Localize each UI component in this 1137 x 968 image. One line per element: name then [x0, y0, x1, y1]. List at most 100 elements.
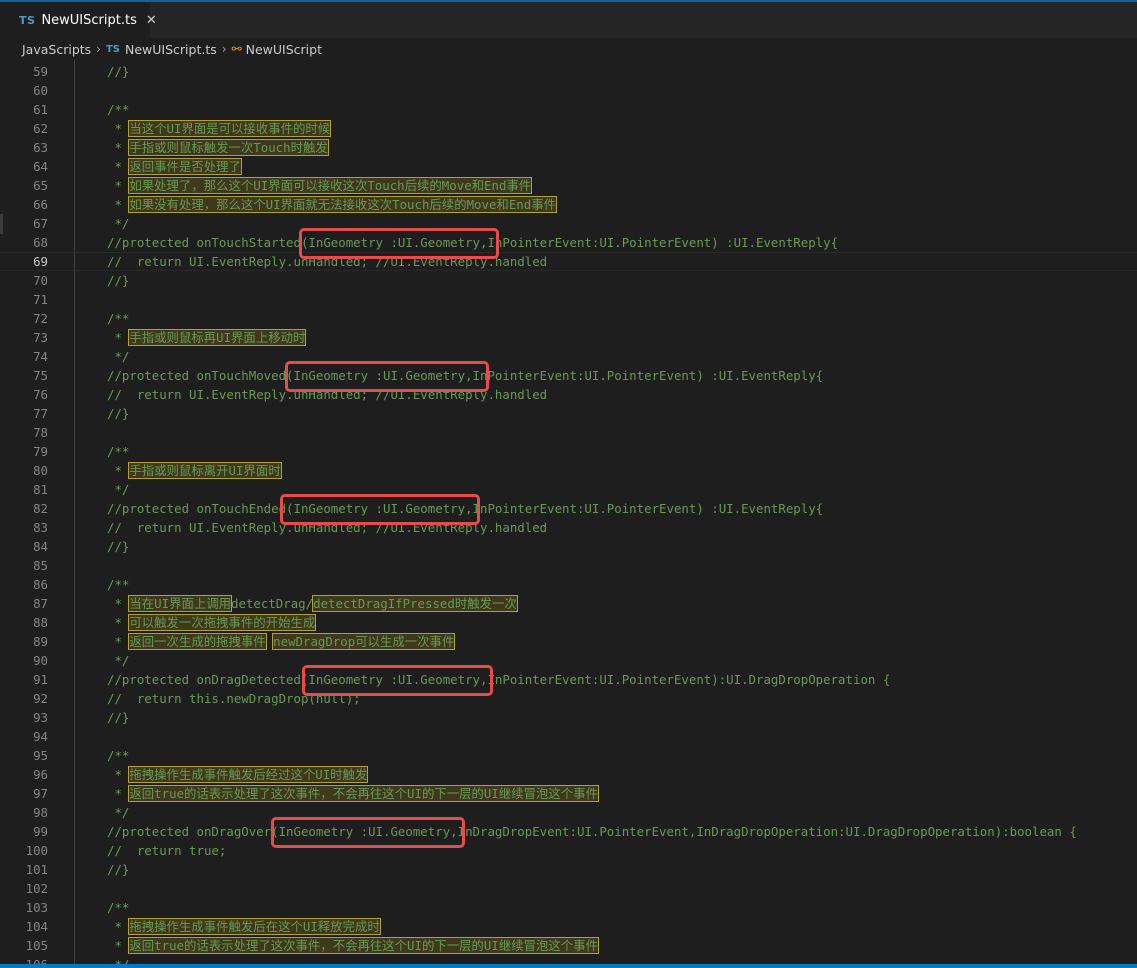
code-text[interactable]: * 返回true的话表示处理了这次事件，不会再往这个UI的下一层的UI继续冒泡这… [107, 936, 599, 955]
code-text[interactable]: //} [107, 271, 129, 290]
code-line[interactable]: 99 //protected onDragOver(InGeometry :UI.… [0, 822, 1137, 841]
code-line[interactable]: 84 //} [0, 537, 1137, 556]
code-line[interactable]: 75//protected onTouchMoved(InGeometry :U… [0, 366, 1137, 385]
code-line[interactable]: 67 */ [0, 214, 1137, 233]
code-line[interactable]: 73 * 手指或则鼠标再UI界面上移动时 [0, 328, 1137, 347]
class-symbol-icon: ⚯ [231, 42, 242, 56]
code-line[interactable]: 93 //} [0, 708, 1137, 727]
code-line[interactable]: 88 * 可以触发一次拖拽事件的开始生成 [0, 613, 1137, 632]
code-text[interactable]: * 当在UI界面上调用detectDrag/detectDragIfPresse… [107, 594, 518, 613]
code-line[interactable]: 89 * 返回一次生成的拖拽事件 newDragDrop可以生成一次事件 [0, 632, 1137, 651]
code-line[interactable]: 81 */ [0, 480, 1137, 499]
code-text[interactable]: * 返回事件是否处理了 [107, 157, 242, 176]
line-number: 98 [33, 805, 48, 820]
code-text[interactable]: * 拖拽操作生成事件触发后在这个UI释放完成时 [107, 917, 381, 936]
code-text[interactable]: // return true; [107, 841, 226, 860]
tab-newuiscript[interactable]: TS NewUIScript.ts ✕ [0, 2, 157, 38]
code-editor[interactable]: 59//} 60 61/** 62 * 当这个UI界面是可以接收事件的时候 63 * 手… [0, 60, 1137, 964]
code-line[interactable]: 70 //} [0, 271, 1137, 290]
code-text[interactable]: * 手指或则鼠标再UI界面上移动时 [107, 328, 307, 347]
code-line[interactable]: 98 */ [0, 803, 1137, 822]
tab-label[interactable]: NewUIScript.ts [41, 13, 136, 28]
code-text[interactable]: /** [107, 746, 129, 765]
code-text[interactable]: * 手指或则鼠标离开UI界面时 [107, 461, 282, 480]
code-line[interactable]: 66 * 如果没有处理，那么这个UI界面就无法接收这次Touch后续的Move和… [0, 195, 1137, 214]
code-line[interactable]: 61 /** [0, 100, 1137, 119]
code-line[interactable]: 85 [0, 556, 1137, 575]
code-text[interactable]: * 当这个UI界面是可以接收事件的时候 [107, 119, 332, 138]
code-line[interactable]: 95 /** [0, 746, 1137, 765]
breadcrumb-symbol[interactable]: NewUIScript [246, 42, 322, 57]
code-line[interactable]: 103 /** [0, 898, 1137, 917]
chevron-right-icon: › [221, 42, 227, 56]
code-line[interactable]: 87 * 当在UI界面上调用detectDrag/detectDragIfPre… [0, 594, 1137, 613]
code-line[interactable]: 64 * 返回事件是否处理了 [0, 157, 1137, 176]
code-line[interactable]: 83// return UI.EventReply.unHandled; //U… [0, 518, 1137, 537]
code-text[interactable]: /** [107, 575, 129, 594]
code-text[interactable]: //} [107, 860, 129, 879]
code-text[interactable]: * 可以触发一次拖拽事件的开始生成 [107, 613, 317, 632]
code-text[interactable]: * 手指或则鼠标触发一次Touch时触发 [107, 138, 329, 157]
code-line[interactable]: 80 * 手指或则鼠标离开UI界面时 [0, 461, 1137, 480]
code-text[interactable]: //protected onDragDetected(InGeometry :U… [107, 670, 890, 689]
code-line[interactable]: 90 */ [0, 651, 1137, 670]
code-line[interactable]: 62 * 当这个UI界面是可以接收事件的时候 [0, 119, 1137, 138]
breadcrumb-folder[interactable]: JavaScripts [22, 42, 91, 57]
code-text[interactable]: */ [107, 347, 129, 366]
code-text[interactable]: * 返回一次生成的拖拽事件 newDragDrop可以生成一次事件 [107, 632, 456, 651]
code-line[interactable]: 92// return this.newDragDrop(null); [0, 689, 1137, 708]
code-line[interactable]: 69// return UI.EventReply.unHandled; //U… [0, 252, 1137, 271]
code-text[interactable]: //} [107, 62, 129, 81]
code-text[interactable]: */ [107, 955, 129, 964]
line-number: 71 [33, 292, 48, 307]
code-line[interactable]: 79 /** [0, 442, 1137, 461]
close-icon[interactable]: ✕ [146, 13, 157, 28]
code-line[interactable]: 63 * 手指或则鼠标触发一次Touch时触发 [0, 138, 1137, 157]
code-text[interactable]: */ [107, 651, 129, 670]
code-line[interactable]: 76// return UI.EventReply.unHandled; //U… [0, 385, 1137, 404]
code-text[interactable]: * 如果处理了，那么这个UI界面可以接收这次Touch后续的Move和End事件 [107, 176, 533, 195]
code-line[interactable]: 105 * 返回true的话表示处理了这次事件，不会再往这个UI的下一层的UI继… [0, 936, 1137, 955]
code-text[interactable]: //} [107, 708, 129, 727]
code-line[interactable]: 59 //} [0, 62, 1137, 81]
code-line[interactable]: 106 */ [0, 955, 1137, 964]
code-line[interactable]: 65 * 如果处理了，那么这个UI界面可以接收这次Touch后续的Move和En… [0, 176, 1137, 195]
code-line[interactable]: 86 /** [0, 575, 1137, 594]
line-number: 73 [33, 330, 48, 345]
code-line[interactable]: 104 * 拖拽操作生成事件触发后在这个UI释放完成时 [0, 917, 1137, 936]
line-number: 91 [33, 672, 48, 687]
code-line[interactable]: 102 [0, 879, 1137, 898]
code-line[interactable]: 82//protected onTouchEnded(InGeometry :U… [0, 499, 1137, 518]
code-line[interactable]: 68//protected onTouchStarted(InGeometry … [0, 233, 1137, 252]
code-line[interactable]: 77 //} [0, 404, 1137, 423]
code-text[interactable]: /** [107, 898, 129, 917]
code-line[interactable]: 71 [0, 290, 1137, 309]
line-number: 97 [33, 786, 48, 801]
code-line[interactable]: 60 [0, 81, 1137, 100]
code-text[interactable]: //} [107, 537, 129, 556]
activity-indicator [0, 214, 3, 234]
code-text[interactable]: * 返回true的话表示处理了这次事件，不会再往这个UI的下一层的UI继续冒泡这… [107, 784, 599, 803]
code-line[interactable]: 97 * 返回true的话表示处理了这次事件，不会再往这个UI的下一层的UI继续… [0, 784, 1137, 803]
code-text[interactable]: /** [107, 100, 129, 119]
code-text[interactable]: //} [107, 404, 129, 423]
line-number: 63 [33, 140, 48, 155]
code-line[interactable]: 78 [0, 423, 1137, 442]
code-text[interactable]: */ [107, 803, 129, 822]
code-line[interactable]: 101 //} [0, 860, 1137, 879]
code-line[interactable]: 91 //protected onDragDetected(InGeometry … [0, 670, 1137, 689]
line-number: 62 [33, 121, 48, 136]
code-text[interactable]: /** [107, 442, 129, 461]
code-line[interactable]: 100 // return true; [0, 841, 1137, 860]
code-text[interactable]: * 如果没有处理，那么这个UI界面就无法接收这次Touch后续的Move和End… [107, 195, 557, 214]
code-line[interactable]: 94 [0, 727, 1137, 746]
code-line[interactable]: 96 * 拖拽操作生成事件触发后经过这个UI时触发 [0, 765, 1137, 784]
breadcrumb-file[interactable]: NewUIScript.ts [125, 42, 217, 57]
code-text[interactable]: * 拖拽操作生成事件触发后经过这个UI时触发 [107, 765, 369, 784]
code-text[interactable]: //protected onDragOver(InGeometry :UI.Ge… [107, 822, 1077, 841]
code-line[interactable]: 74 */ [0, 347, 1137, 366]
code-text[interactable]: */ [107, 480, 129, 499]
code-text[interactable]: /** [107, 309, 129, 328]
code-text[interactable]: */ [107, 214, 129, 233]
code-line[interactable]: 72 /** [0, 309, 1137, 328]
